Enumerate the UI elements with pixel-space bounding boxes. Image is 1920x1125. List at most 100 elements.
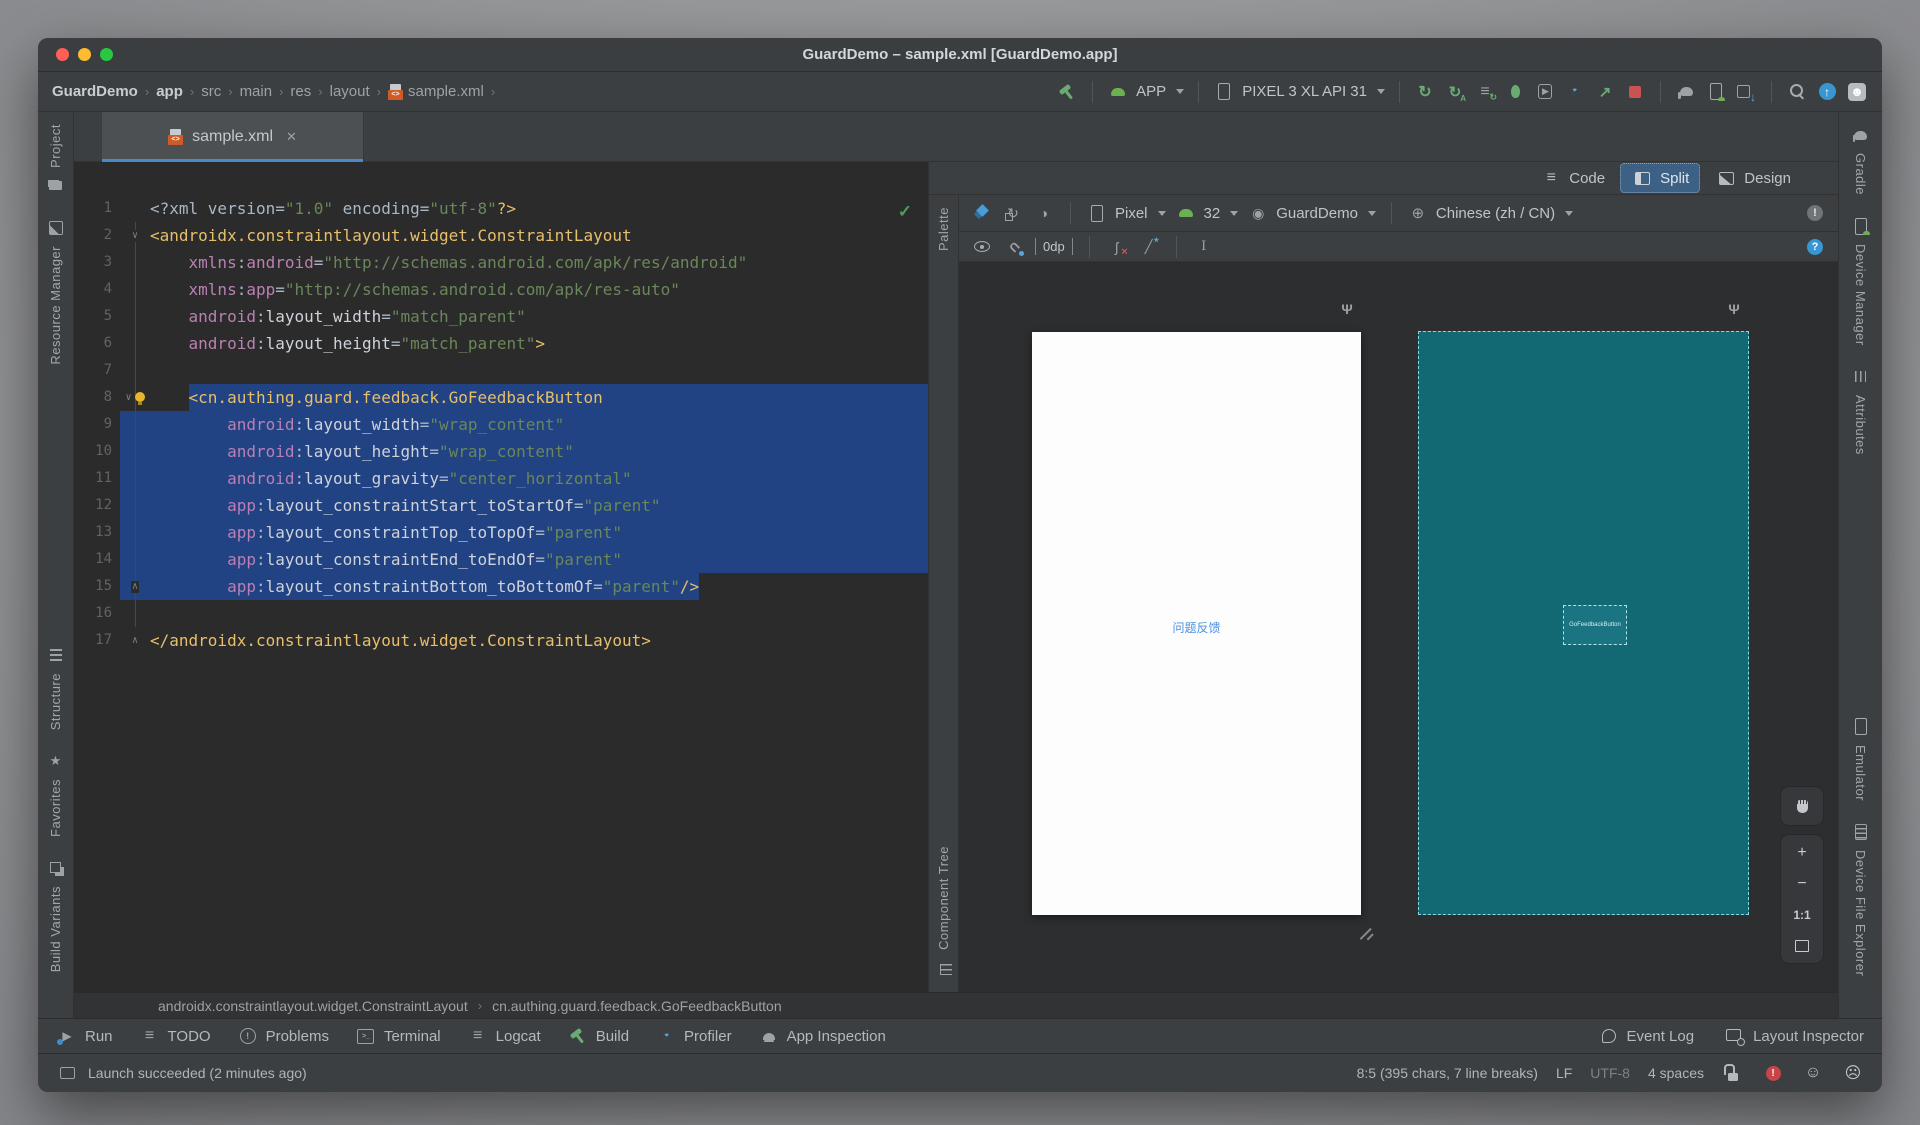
sidebar-item-build-variants[interactable]: Build Variants <box>45 857 67 972</box>
view-mode-code[interactable]: Code <box>1529 163 1616 193</box>
close-window-button[interactable] <box>56 48 69 61</box>
help-badge-icon[interactable] <box>1804 236 1826 258</box>
default-margin-control[interactable]: 0dp <box>1035 238 1073 255</box>
code-line[interactable]: 3 xmlns: android = "http://schemas.android.… <box>74 249 928 276</box>
zoom-fit-button[interactable] <box>1781 930 1823 961</box>
tool-window-button-todo[interactable]: TODO <box>139 1025 211 1047</box>
inspection-ok-icon[interactable]: ✓ <box>898 202 912 222</box>
code-line[interactable]: 6 android: layout_height = "match_parent" > <box>74 330 928 357</box>
resize-handle-icon[interactable] <box>1357 920 1375 938</box>
code-line[interactable]: 15 ∧ app: layout_constraintBottom_toBottom… <box>74 573 928 600</box>
error-badge-icon[interactable] <box>1804 202 1826 224</box>
zoom-in-button[interactable]: + <box>1781 837 1823 868</box>
sidebar-item-project[interactable]: Project <box>45 124 67 197</box>
locale-dropdown[interactable]: Chinese (zh / CN) <box>1407 202 1574 224</box>
zoom-ratio-button[interactable]: 1:1 <box>1781 899 1823 930</box>
apply-changes-icon[interactable] <box>1444 81 1466 103</box>
breadcrumb-item[interactable]: sample.xml <box>387 83 484 100</box>
tool-window-button-terminal[interactable]: Terminal <box>355 1025 441 1047</box>
palette-tab[interactable]: Palette <box>936 207 951 251</box>
view-mode-design[interactable]: Design <box>1704 163 1802 193</box>
breadcrumb-item[interactable]: res <box>290 83 311 100</box>
sidebar-item-device-file-explorer[interactable]: Device File Explorer <box>1850 821 1872 976</box>
tool-window-button-build[interactable]: Build <box>567 1025 629 1047</box>
fold-up-icon[interactable]: ∧ <box>130 580 140 593</box>
tool-window-button-problems[interactable]: Problems <box>237 1025 329 1047</box>
infer-constraints-icon[interactable] <box>1138 235 1160 258</box>
stop-icon[interactable] <box>1624 81 1646 103</box>
code-line[interactable]: 12 app: layout_constraintStart_toStartOf =… <box>74 492 928 519</box>
breadcrumb-item[interactable]: layout <box>330 83 370 100</box>
file-encoding[interactable]: UTF-8 <box>1590 1065 1630 1081</box>
theme-icon[interactable] <box>1033 202 1055 224</box>
code-line[interactable]: 5 android: layout_width = "match_parent" <box>74 303 928 330</box>
orientation-icon[interactable] <box>1002 202 1024 224</box>
gradle-sync-icon[interactable] <box>1675 81 1697 103</box>
blueprint-feedback-button[interactable]: GoFeedbackButton <box>1563 605 1627 645</box>
fold-up-icon[interactable]: ∧ <box>130 634 140 647</box>
sdk-manager-icon[interactable] <box>1735 81 1757 104</box>
profile-app-icon[interactable] <box>1594 81 1616 103</box>
line-separator[interactable]: LF <box>1556 1065 1572 1081</box>
apply-code-changes-icon[interactable] <box>1474 81 1497 103</box>
device-manager-icon[interactable] <box>1705 81 1727 103</box>
magnet-off-icon[interactable] <box>1003 236 1025 258</box>
screen-icon[interactable] <box>56 1062 78 1084</box>
api-level-dropdown[interactable]: 32 <box>1175 202 1239 224</box>
build-hammer-icon[interactable] <box>1056 81 1078 103</box>
clear-constraints-icon[interactable] <box>1106 236 1127 258</box>
device-dropdown[interactable]: PIXEL 3 XL API 31 <box>1213 81 1385 103</box>
pan-button[interactable] <box>1780 786 1824 826</box>
design-canvas[interactable]: 问题反馈 GoFeedbackButton + − <box>959 262 1838 992</box>
profiler-icon[interactable] <box>1564 81 1586 103</box>
breadcrumb-item[interactable]: main <box>240 83 273 100</box>
tool-window-button-app-inspection[interactable]: App Inspection <box>758 1025 886 1047</box>
error-count-icon[interactable] <box>1762 1062 1784 1084</box>
code-line[interactable]: 13 app: layout_constraintTop_toTopOf = "par… <box>74 519 928 546</box>
sidebar-item-emulator[interactable]: Emulator <box>1850 716 1872 801</box>
avatar-icon[interactable] <box>1846 81 1868 103</box>
code-line[interactable]: 9 android: layout_width = "wrap_content" <box>74 411 928 438</box>
blueprint-preview[interactable]: GoFeedbackButton <box>1418 331 1749 915</box>
code-line[interactable]: 4 xmlns: app = "http://schemas.android.com/… <box>74 276 928 303</box>
indent-setting[interactable]: 4 spaces <box>1648 1065 1704 1081</box>
code-line[interactable]: 10 android: layout_height = "wrap_content" <box>74 438 928 465</box>
code-line[interactable]: 17 ∧ </androidx.constraintlayout.widget.Co… <box>74 627 928 654</box>
close-tab-icon[interactable]: ✕ <box>286 129 297 145</box>
status-message[interactable]: Launch succeeded (2 minutes ago) <box>88 1065 307 1081</box>
code-line[interactable]: 14 app: layout_constraintEnd_toEndOf = "par… <box>74 546 928 573</box>
lock-open-icon[interactable] <box>1722 1062 1744 1084</box>
sidebar-item-structure[interactable]: Structure <box>45 644 67 730</box>
ide-update-icon[interactable] <box>1816 81 1838 103</box>
code-line[interactable]: 2 ∨ <androidx.constraintlayout.widget.Cons… <box>74 222 928 249</box>
view-mode-split[interactable]: Split <box>1620 163 1701 193</box>
breadcrumb-item[interactable]: GuardDemo <box>52 83 138 100</box>
tool-window-button-logcat[interactable]: Logcat <box>467 1025 541 1047</box>
sidebar-item-attributes[interactable]: Attributes <box>1850 366 1872 455</box>
design-preview[interactable]: 问题反馈 <box>1032 332 1361 915</box>
code-line[interactable]: 1 <?xml version= "1.0" encoding= "utf-8" ?> <box>74 195 928 222</box>
code-line[interactable]: 16 <box>74 600 928 627</box>
code-line[interactable]: 8 ∨ <cn.authing.guard.feedback.GoFeedback… <box>74 384 928 411</box>
title-bar[interactable]: GuardDemo – sample.xml [GuardDemo.app] <box>38 38 1882 72</box>
breadcrumb-item[interactable]: app <box>156 83 183 100</box>
caret-position[interactable]: 8:5 (395 chars, 7 line breaks) <box>1357 1065 1538 1081</box>
rerun-icon[interactable] <box>1414 81 1436 103</box>
tool-window-button-layout-inspector[interactable]: Layout Inspector <box>1724 1025 1864 1047</box>
tool-window-button-event-log[interactable]: Event Log <box>1598 1025 1695 1047</box>
tab-sample-xml[interactable]: sample.xml ✕ <box>102 112 364 162</box>
minimize-window-button[interactable] <box>78 48 91 61</box>
code-line[interactable]: 11 android: layout_gravity = "center_horizo… <box>74 465 928 492</box>
component-tree-tab[interactable]: Component Tree <box>933 846 955 980</box>
sad-face-icon[interactable] <box>1842 1062 1864 1084</box>
breadcrumb-child-element[interactable]: cn.authing.guard.feedback.GoFeedbackButt… <box>492 998 782 1014</box>
debug-icon[interactable] <box>1504 81 1526 103</box>
sidebar-item-resource-manager[interactable]: Resource Manager <box>45 217 67 365</box>
layers-icon[interactable] <box>971 202 993 224</box>
tool-window-button-profiler[interactable]: Profiler <box>655 1025 732 1047</box>
sidebar-item-device-manager[interactable]: Device Manager <box>1850 215 1872 346</box>
pack-icon[interactable] <box>1193 236 1215 258</box>
attach-debugger-icon[interactable] <box>1534 81 1556 103</box>
device-type-dropdown[interactable]: Pixel <box>1086 202 1166 224</box>
sidebar-item-gradle[interactable]: Gradle <box>1850 124 1872 195</box>
